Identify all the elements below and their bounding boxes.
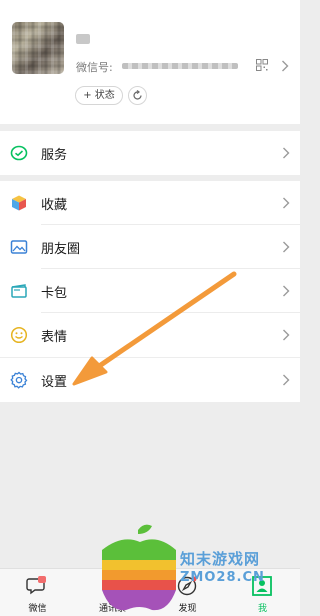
settings-group: 设置 (0, 358, 300, 402)
menu-item-service[interactable]: 服务 (0, 131, 300, 175)
menu-item-label: 收藏 (41, 198, 68, 213)
menu-item-label: 设置 (41, 375, 68, 390)
menu-item-favorites[interactable]: 收藏 (0, 181, 300, 225)
chevron-right-icon (283, 374, 290, 386)
refresh-status-button[interactable] (128, 86, 147, 105)
chevron-right-icon (283, 241, 290, 253)
features-group: 收藏 朋友圈 卡包 表情 (0, 181, 300, 357)
profile-header[interactable]: 微信号: + 状态 (0, 0, 300, 124)
smiley-face-icon (10, 326, 28, 344)
watermark-text-cn: 知末游戏网 (180, 550, 261, 568)
chevron-right-icon (283, 285, 290, 297)
contacts-icon (103, 577, 121, 595)
refresh-icon (133, 90, 142, 100)
chevron-right-icon (283, 329, 290, 341)
add-status-button[interactable]: + 状态 (75, 86, 123, 105)
menu-item-moments[interactable]: 朋友圈 (0, 225, 300, 269)
menu-item-label: 服务 (41, 148, 68, 163)
tab-contacts[interactable]: 通讯录 (75, 569, 150, 616)
chevron-right-icon (283, 197, 290, 209)
tab-label: 我 (257, 604, 267, 614)
menu-item-label: 朋友圈 (41, 242, 81, 257)
tab-label: 微信 (28, 604, 47, 614)
menu-item-settings[interactable]: 设置 (0, 358, 300, 402)
menu-item-cards[interactable]: 卡包 (0, 269, 300, 313)
avatar[interactable] (12, 22, 64, 74)
card-wallet-icon (11, 284, 27, 298)
chat-bubble-icon (26, 576, 46, 595)
menu-item-stickers[interactable]: 表情 (0, 313, 300, 357)
watermark-text-en: ZMO28.CN (180, 570, 265, 585)
wechat-id-redacted (122, 63, 238, 69)
gear-icon (10, 371, 28, 389)
services-group: 服务 (0, 131, 300, 175)
photo-album-icon (10, 240, 28, 254)
tab-label: 通讯录 (98, 604, 126, 614)
nickname-redacted (76, 34, 90, 44)
menu-item-label: 卡包 (41, 286, 68, 301)
menu-item-label: 表情 (41, 330, 68, 345)
chevron-right-icon (282, 60, 289, 72)
service-icon (10, 145, 28, 161)
chevron-right-icon (283, 147, 290, 159)
tab-label: 发现 (178, 604, 197, 614)
tab-chats[interactable]: 微信 (0, 569, 75, 616)
wechat-id-label: 微信号: (76, 61, 113, 74)
favorites-cube-icon (12, 195, 26, 211)
qr-code-icon[interactable] (256, 59, 268, 71)
